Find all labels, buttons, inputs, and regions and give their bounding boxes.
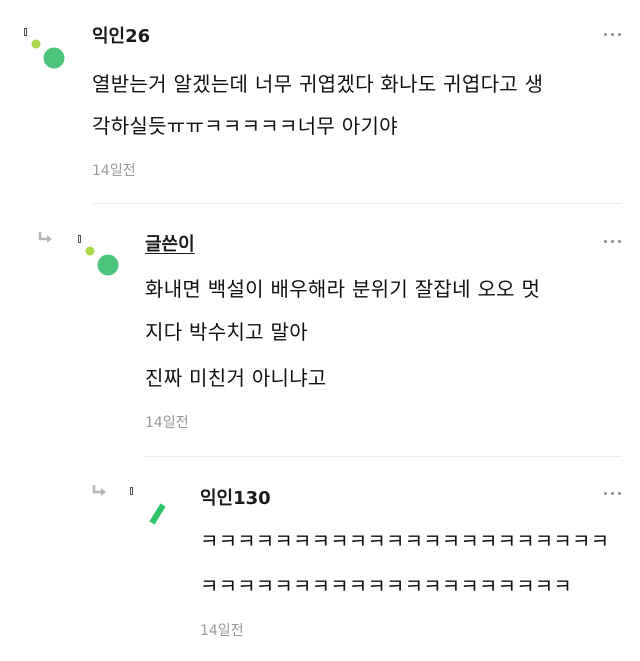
comment-thread: 익인26 열받는거 알겠는데 너무 귀엽겠다 화나도 귀엽다고 생 각하실듯ㅠㅠ… (0, 0, 640, 661)
comment-author[interactable]: 익인26 (92, 22, 150, 48)
comment-text-line: 진짜 미친거 아니냐고 (145, 366, 327, 390)
comment-author[interactable]: 글쓴이 (145, 230, 195, 256)
more-options-icon[interactable] (604, 492, 622, 498)
avatar-icon (31, 39, 65, 69)
comment-text-line: 화내면 백설이 배우해라 분위기 잘잡네 오오 멋 (145, 277, 541, 301)
avatar-icon (85, 246, 119, 276)
comment-text-line: 각하실듯ㅠㅠㅋㅋㅋㅋㅋ너무 아기야 (92, 114, 398, 138)
more-options-icon[interactable] (604, 33, 622, 39)
bookmark-marker-icon (78, 235, 81, 243)
comment-text-line: ㅋㅋㅋㅋㅋㅋㅋㅋㅋㅋㅋㅋㅋㅋㅋㅋㅋㅋㅋㅋ (200, 574, 572, 598)
divider (92, 203, 622, 204)
bookmark-marker-icon (24, 28, 27, 36)
comment-text-line: ㅋㅋㅋㅋㅋㅋㅋㅋㅋㅋㅋㅋㅋㅋㅋㅋㅋㅋㅋㅋㅋㅋ (200, 529, 610, 553)
reply-arrow-icon (38, 232, 52, 243)
comment-text-line: 지다 박수치고 말아 (145, 320, 308, 344)
comment-author[interactable]: 익인130 (200, 484, 271, 510)
avatar-icon (149, 503, 166, 525)
more-options-icon[interactable] (604, 240, 622, 246)
comment-timestamp: 14일전 (92, 163, 136, 179)
comment-text-line: 열받는거 알겠는데 너무 귀엽겠다 화나도 귀엽다고 생 (92, 72, 544, 96)
divider (145, 456, 622, 457)
comment-timestamp: 14일전 (145, 415, 189, 431)
reply-arrow-icon (92, 485, 106, 496)
comment-timestamp: 14일전 (200, 623, 244, 639)
bookmark-marker-icon (130, 487, 133, 495)
